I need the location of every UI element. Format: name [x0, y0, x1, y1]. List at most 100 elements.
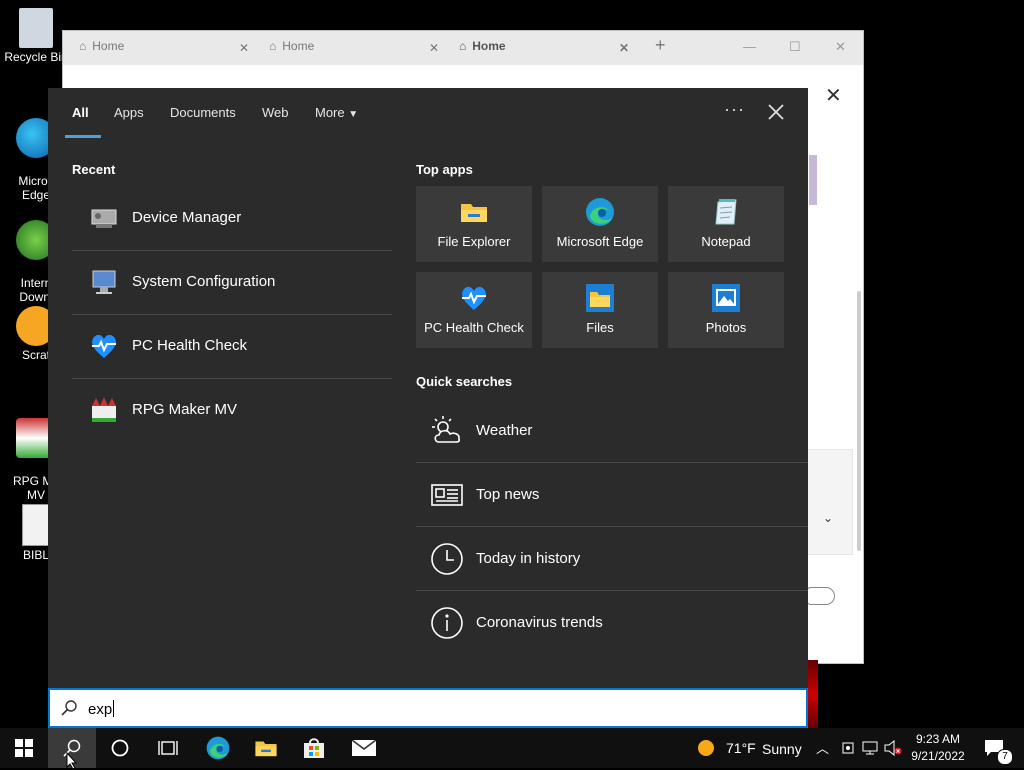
top-app-pc-health-check[interactable]: PC Health Check [416, 272, 532, 348]
tab-web[interactable]: Web [262, 105, 289, 120]
start-button[interactable] [0, 728, 48, 768]
recycle-bin-icon [19, 8, 53, 48]
quick-search-today-in-history[interactable]: Today in history [416, 526, 808, 591]
browser-tab-label: Home [282, 39, 315, 53]
network-icon[interactable] [862, 740, 878, 756]
quick-search-label: Top news [476, 486, 540, 503]
chevron-up-icon[interactable]: ︿ [816, 738, 829, 757]
clock[interactable]: 9:23 AM 9/21/2022 [900, 731, 976, 765]
quick-search-coronavirus-trends[interactable]: Coronavirus trends [416, 590, 808, 654]
top-app-notepad[interactable]: Notepad [668, 186, 784, 262]
quick-search-weather[interactable]: Weather [416, 398, 808, 463]
ellipsis-icon[interactable]: ··· [724, 99, 745, 120]
scrollbar[interactable] [857, 291, 861, 551]
search-box[interactable]: exp [48, 688, 808, 728]
close-icon [768, 104, 784, 120]
edge-icon [206, 736, 230, 760]
recent-item-pc-health-check[interactable]: PC Health Check [72, 314, 392, 379]
close-icon[interactable]: ✕ [825, 83, 842, 108]
browser-tab-label: Home [92, 39, 125, 53]
recent-item-label: Device Manager [132, 209, 242, 226]
taskbar-store[interactable] [290, 728, 338, 768]
tab-documents[interactable]: Documents [170, 105, 236, 120]
home-icon: ⌂ [269, 39, 277, 53]
taskbar-edge[interactable] [194, 728, 242, 768]
notification-center-button[interactable]: 7 [976, 728, 1024, 768]
active-tab-indicator [65, 135, 101, 138]
document-icon [22, 504, 50, 546]
news-icon [430, 478, 464, 512]
close-panel-button[interactable] [764, 100, 788, 124]
system-configuration-icon [88, 266, 120, 298]
quick-search-label: Weather [476, 422, 533, 439]
notification-count: 7 [1002, 751, 1008, 762]
windows-logo-icon [15, 739, 33, 757]
top-app-files[interactable]: Files [542, 272, 658, 348]
close-window-icon[interactable]: ✕ [835, 39, 846, 55]
desktop-icon-label: BIBL [22, 548, 49, 562]
top-app-label: Photos [705, 320, 747, 335]
search-icon [61, 700, 77, 716]
top-app-label: PC Health Check [424, 320, 524, 335]
tab-more[interactable]: More ▼ [315, 105, 358, 120]
recent-item-label: PC Health Check [132, 337, 248, 354]
tab-all[interactable]: All [72, 105, 89, 120]
desktop-icon-label: Scrat [21, 348, 50, 362]
file-explorer-icon [255, 741, 277, 757]
taskbar-search-button[interactable] [48, 728, 96, 770]
close-icon[interactable]: ✕ [429, 41, 439, 55]
chevron-down-icon[interactable]: ⌄ [823, 511, 833, 525]
edge-icon [584, 196, 616, 228]
tray-app-icon[interactable] [840, 740, 856, 756]
top-app-label: Microsoft Edge [556, 234, 644, 249]
close-icon[interactable]: ✕ [619, 41, 629, 55]
taskbar: 71°F Sunny ︿ 9:23 AM 9/21/2022 7 [0, 728, 1024, 770]
close-icon[interactable]: ✕ [239, 41, 249, 55]
recent-item-rpg-maker[interactable]: RPG Maker MV [72, 378, 392, 442]
browser-tab[interactable]: ⌂ Home ✕ [79, 39, 249, 65]
search-tabs: All Apps Documents Web More ▼ ··· [48, 88, 808, 140]
top-app-microsoft-edge[interactable]: Microsoft Edge [542, 186, 658, 262]
search-panel: All Apps Documents Web More ▼ ··· Recent… [48, 88, 808, 728]
top-app-label: Files [586, 320, 614, 335]
quick-search-label: Today in history [476, 550, 581, 567]
taskbar-file-explorer[interactable] [242, 728, 290, 768]
notification-count-badge: 7 [997, 749, 1013, 765]
browser-tab[interactable]: ⌂ Home ✕ [269, 39, 439, 65]
tab-apps[interactable]: Apps [114, 105, 144, 120]
search-input[interactable]: exp [88, 700, 115, 718]
weather-temperature[interactable]: 71°F [726, 740, 756, 756]
content-accent [809, 155, 817, 205]
text-caret [113, 700, 115, 717]
minimize-icon[interactable]: — [743, 39, 756, 54]
clock-time: 9:23 AM [915, 732, 961, 746]
quick-searches-title: Quick searches [416, 374, 513, 389]
home-icon: ⌂ [459, 39, 467, 53]
weather-icon [430, 414, 464, 448]
pc-health-check-icon [88, 330, 120, 362]
photos-icon [710, 282, 742, 314]
maximize-icon[interactable]: ☐ [789, 39, 801, 55]
recent-item-device-manager[interactable]: Device Manager [72, 186, 392, 251]
tab-more-label: More [315, 105, 345, 120]
task-view-button[interactable] [144, 728, 192, 768]
cortana-button[interactable] [96, 728, 144, 768]
search-input-value: exp [88, 701, 113, 718]
browser-tab-active[interactable]: ⌂ Home ✕ [459, 39, 629, 65]
taskbar-mail[interactable] [340, 728, 388, 768]
top-app-file-explorer[interactable]: File Explorer [416, 186, 532, 262]
top-app-photos[interactable]: Photos [668, 272, 784, 348]
desktop-icon-label: Recycle Bin [4, 50, 68, 64]
sun-icon [698, 740, 714, 756]
home-icon: ⌂ [79, 39, 87, 53]
quick-search-label: Coronavirus trends [476, 614, 603, 631]
weather-condition[interactable]: Sunny [762, 741, 802, 757]
pc-health-check-icon [458, 282, 490, 314]
top-app-label: File Explorer [437, 234, 511, 249]
recent-title: Recent [72, 162, 116, 177]
clock-icon [430, 542, 464, 576]
new-tab-button[interactable]: + [655, 35, 666, 61]
quick-search-top-news[interactable]: Top news [416, 462, 808, 527]
notepad-icon [710, 196, 742, 228]
recent-item-system-configuration[interactable]: System Configuration [72, 250, 392, 315]
